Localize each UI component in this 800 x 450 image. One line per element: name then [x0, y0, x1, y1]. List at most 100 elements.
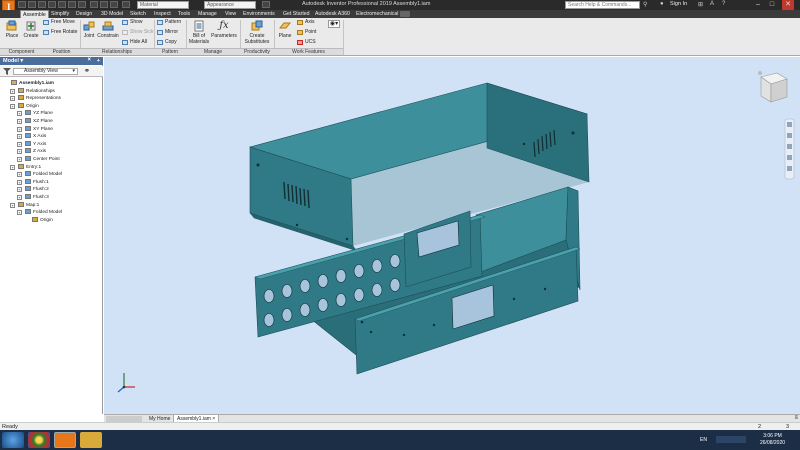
taskbar-clock[interactable]: 3:06 PM 26/08/2020 [760, 433, 785, 447]
language-indicator[interactable]: EN [700, 437, 707, 443]
file-explorer-icon[interactable] [80, 432, 102, 448]
update-icon[interactable] [100, 1, 108, 8]
tab-environments[interactable]: Environments [241, 10, 277, 18]
expand-icon[interactable]: + [17, 179, 22, 185]
open-icon[interactable] [28, 1, 36, 8]
steering-wheel-icon[interactable] [787, 122, 792, 127]
expand-icon[interactable]: + [17, 119, 22, 124]
tab-sketch[interactable]: Sketch [128, 10, 148, 18]
minimize-button[interactable]: – [752, 0, 764, 10]
tree-item[interactable]: + Map:1 [10, 201, 39, 209]
chevron-down-icon[interactable]: ▾ [20, 58, 23, 64]
cart-icon[interactable]: ⊞ [698, 1, 703, 8]
tab-assemble[interactable]: Assemble [20, 10, 49, 18]
panel-manage-label[interactable]: Manage [186, 48, 240, 55]
mirror-button[interactable]: Mirror [157, 29, 178, 36]
inventor-taskbar-icon[interactable] [54, 432, 76, 448]
axis-button[interactable]: Axis [297, 19, 314, 26]
tree-item[interactable]: + Flush:1 [17, 178, 49, 186]
a360-icon[interactable]: A [710, 1, 714, 7]
expand-icon[interactable]: + [10, 103, 15, 109]
expand-icon[interactable]: + [10, 164, 15, 170]
tree-item[interactable]: + Flush:2 [17, 186, 49, 193]
maximize-button[interactable]: □ [766, 0, 778, 10]
save-icon[interactable] [38, 1, 46, 8]
show-button[interactable]: Show [122, 19, 143, 26]
expand-icon[interactable]: + [17, 210, 22, 216]
tab-tools[interactable]: Tools [176, 10, 192, 18]
look-at-icon[interactable] [787, 166, 792, 171]
add-panel-icon[interactable]: + [97, 57, 100, 65]
tree-item[interactable]: Assembly1.iam [11, 80, 54, 87]
tree-item[interactable]: + Folded Model [17, 209, 62, 216]
bill-of-materials-button[interactable]: Bill of Materials [188, 20, 210, 45]
start-button-icon[interactable] [2, 432, 24, 448]
close-icon[interactable]: × [87, 56, 91, 64]
joint-button[interactable]: Joint [82, 20, 96, 39]
point-button[interactable]: Point [297, 29, 316, 36]
panel-position-label[interactable]: Position [43, 48, 80, 55]
plane-button[interactable]: Plane [276, 20, 294, 39]
orbit-icon[interactable] [787, 155, 792, 160]
tree-item[interactable]: + Entry:1 [10, 163, 41, 171]
expand-icon[interactable]: + [17, 111, 22, 117]
select-icon[interactable] [78, 1, 86, 8]
panel-productivity-label[interactable]: Productivity [240, 48, 274, 55]
tab-simplify[interactable]: Simplify [49, 10, 71, 18]
tab-get-started[interactable]: Get Started [281, 10, 312, 18]
tab-manage[interactable]: Manage [196, 10, 219, 18]
assembly-view-combo[interactable]: Assembly View ▾ [13, 68, 78, 75]
ucs-button[interactable]: UCS [297, 39, 316, 46]
fx-icon[interactable] [262, 1, 270, 8]
tree-item[interactable]: + Origin [10, 102, 39, 110]
expand-icon[interactable]: + [17, 134, 22, 140]
new-icon[interactable] [18, 1, 26, 8]
expand-icon[interactable]: + [17, 149, 22, 155]
tree-item[interactable]: + Relationships [10, 87, 55, 95]
constrain-button[interactable]: Constrain [97, 20, 119, 39]
redo-icon[interactable] [58, 1, 66, 8]
tree-item[interactable]: + Y Axis [17, 140, 46, 148]
undo-icon[interactable] [48, 1, 56, 8]
expand-icon[interactable]: + [10, 96, 15, 102]
expand-icon[interactable]: + [10, 202, 15, 208]
binoculars-icon[interactable]: ⚭ [84, 67, 90, 75]
tree-item[interactable]: Origin [32, 216, 53, 224]
help-search-input[interactable]: Search Help & Commands... [565, 1, 640, 9]
copy-button[interactable]: Copy [157, 39, 177, 46]
color-swatch-icon[interactable] [122, 1, 130, 8]
panel-pattern-label[interactable]: Pattern [154, 48, 186, 55]
tree-item[interactable]: + Representations [10, 95, 61, 102]
tree-item[interactable]: + XZ Plane [17, 118, 53, 125]
tab-inspect[interactable]: Inspect [152, 10, 173, 18]
graphics-viewport[interactable] [104, 57, 800, 414]
filter-icon[interactable] [3, 68, 11, 75]
tab-autodesk-a360[interactable]: Autodesk A360 [313, 10, 352, 18]
tree-item[interactable]: + Z Axis [17, 148, 46, 155]
expand-icon[interactable]: + [17, 195, 22, 200]
show-sick-button[interactable]: Show Sick [122, 29, 153, 36]
tree-item[interactable]: + XY Plane [17, 125, 53, 133]
chrome-icon[interactable] [28, 432, 50, 448]
panel-relationships-label[interactable]: Relationships [80, 48, 154, 55]
tree-item[interactable]: + Flush:3 [17, 194, 49, 201]
tree-item[interactable]: + X Axis [17, 133, 46, 140]
expand-icon[interactable]: + [17, 157, 22, 162]
pan-icon[interactable] [787, 133, 792, 138]
tree-item[interactable]: + YZ Plane [17, 110, 53, 117]
tab-view[interactable]: View [223, 10, 238, 18]
measure-icon[interactable] [110, 1, 118, 8]
tree-item[interactable]: + Folded Model [17, 171, 62, 178]
panel-work-features-label[interactable]: Work Features [274, 48, 343, 55]
close-button[interactable]: ✕ [782, 0, 794, 10]
model-canvas[interactable] [104, 57, 800, 414]
expand-icon[interactable]: + [17, 172, 22, 178]
expand-icon[interactable]: + [17, 126, 22, 132]
free-rotate-button[interactable]: Free Rotate [43, 29, 77, 36]
viewcube[interactable] [758, 71, 788, 103]
tab-menu-icon[interactable]: ≡ [794, 415, 798, 421]
tab-electromechanical[interactable]: Electromechanical [354, 10, 400, 18]
tray-icons[interactable] [716, 436, 746, 443]
tree-item[interactable]: + Center Point [17, 156, 60, 163]
home-icon[interactable] [68, 1, 76, 8]
